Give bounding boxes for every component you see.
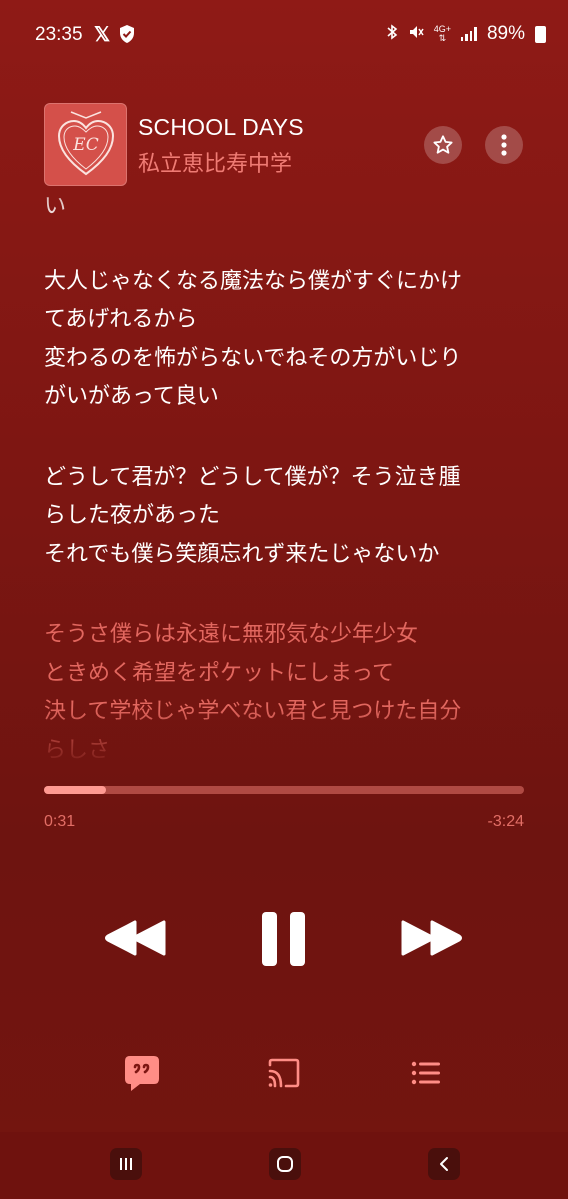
lyric-line: 決して学校じゃ学べない君と見つけた自分 xyxy=(44,699,462,724)
mute-icon xyxy=(408,24,424,44)
shield-check-icon xyxy=(120,25,134,43)
cast-button[interactable] xyxy=(266,1055,302,1091)
rewind-button[interactable] xyxy=(103,913,169,963)
time-elapsed: 0:31 xyxy=(44,813,76,830)
back-icon xyxy=(440,1157,448,1171)
lyric-line: てあげれるから xyxy=(44,307,198,332)
more-options-button[interactable] xyxy=(485,126,523,164)
battery-icon xyxy=(535,25,546,43)
status-bar: 23:35 𝕏 4G+ ⇅ 89% xyxy=(0,0,568,70)
album-logo-image: EC xyxy=(57,111,115,176)
recents-icon xyxy=(120,1158,132,1170)
home-button[interactable] xyxy=(269,1148,301,1180)
lyric-line: い xyxy=(44,194,67,219)
signal-icon xyxy=(460,27,477,41)
lyric-line: らした夜があった xyxy=(44,503,221,528)
svg-text:EC: EC xyxy=(72,135,98,155)
lyrics-icon xyxy=(125,1056,159,1091)
lyric-line: らしさ xyxy=(44,737,111,761)
lyric-line: 大人じゃなくなる魔法なら僕がすぐにかけ xyxy=(44,268,463,294)
pause-icon xyxy=(262,912,305,966)
album-art[interactable]: EC xyxy=(44,103,127,186)
status-icons: 4G+ ⇅ 89% xyxy=(386,23,546,45)
lyric-line: そうさ僕らは永遠に無邪気な少年少女 xyxy=(44,622,419,647)
status-time: 23:35 xyxy=(35,24,83,45)
recents-button[interactable] xyxy=(110,1148,142,1180)
fast-forward-icon xyxy=(401,920,462,956)
pause-button[interactable] xyxy=(259,910,309,968)
home-icon xyxy=(277,1156,293,1172)
lyric-block[interactable]: い xyxy=(44,188,534,227)
progress-fill xyxy=(44,786,107,794)
rewind-icon xyxy=(105,920,166,956)
data-arrows-icon: ⇅ xyxy=(438,33,447,43)
song-artist[interactable]: 私立恵比寿中学 xyxy=(138,146,292,178)
system-nav-bar xyxy=(0,1132,568,1199)
lyrics-toggle-button[interactable] xyxy=(122,1053,162,1093)
lyric-line: それでも僕ら笑顔忘れず来たじゃないか xyxy=(44,541,440,567)
lyric-block[interactable]: どうして君が？どうして僕が？そう泣き腫 らした夜があった それでも僕ら笑顔忘れず… xyxy=(44,459,534,575)
lyric-block[interactable]: そうさ僕らは永遠に無邪気な少年少女 ときめく希望をポケットにしまって 決して学校… xyxy=(44,616,534,760)
star-icon xyxy=(433,135,453,154)
lyric-block[interactable]: 大人じゃなくなる魔法なら僕がすぐにかけ てあげれるから 変わるのを怖がらないでね… xyxy=(44,263,534,417)
lyric-line: がいがあって良い xyxy=(44,384,219,409)
queue-icon xyxy=(411,1061,440,1085)
favorite-button[interactable] xyxy=(424,126,462,164)
cast-icon xyxy=(268,1058,300,1088)
lyrics-view[interactable]: い 大人じゃなくなる魔法なら僕がすぐにかけ てあげれるから 変わるのを怖がらない… xyxy=(44,188,534,760)
back-button[interactable] xyxy=(428,1148,460,1180)
more-vertical-icon xyxy=(501,134,507,156)
forward-button[interactable] xyxy=(398,913,464,963)
lyric-line: ときめく希望をポケットにしまって xyxy=(44,660,395,686)
network-type: 4G+ ⇅ xyxy=(434,25,451,43)
battery-percent: 89% xyxy=(486,23,525,44)
queue-button[interactable] xyxy=(408,1055,444,1091)
x-app-icon: 𝕏 xyxy=(94,24,111,46)
bluetooth-icon xyxy=(386,24,398,44)
song-title: SCHOOL DAYS xyxy=(138,114,304,140)
lyric-line: どうして君が？どうして僕が？そう泣き腫 xyxy=(44,464,461,490)
time-remaining: -3:24 xyxy=(487,813,524,830)
lyric-line: 変わるのを怖がらないでねその方がいじり xyxy=(44,345,462,371)
playback-progress-slider[interactable] xyxy=(44,786,524,794)
